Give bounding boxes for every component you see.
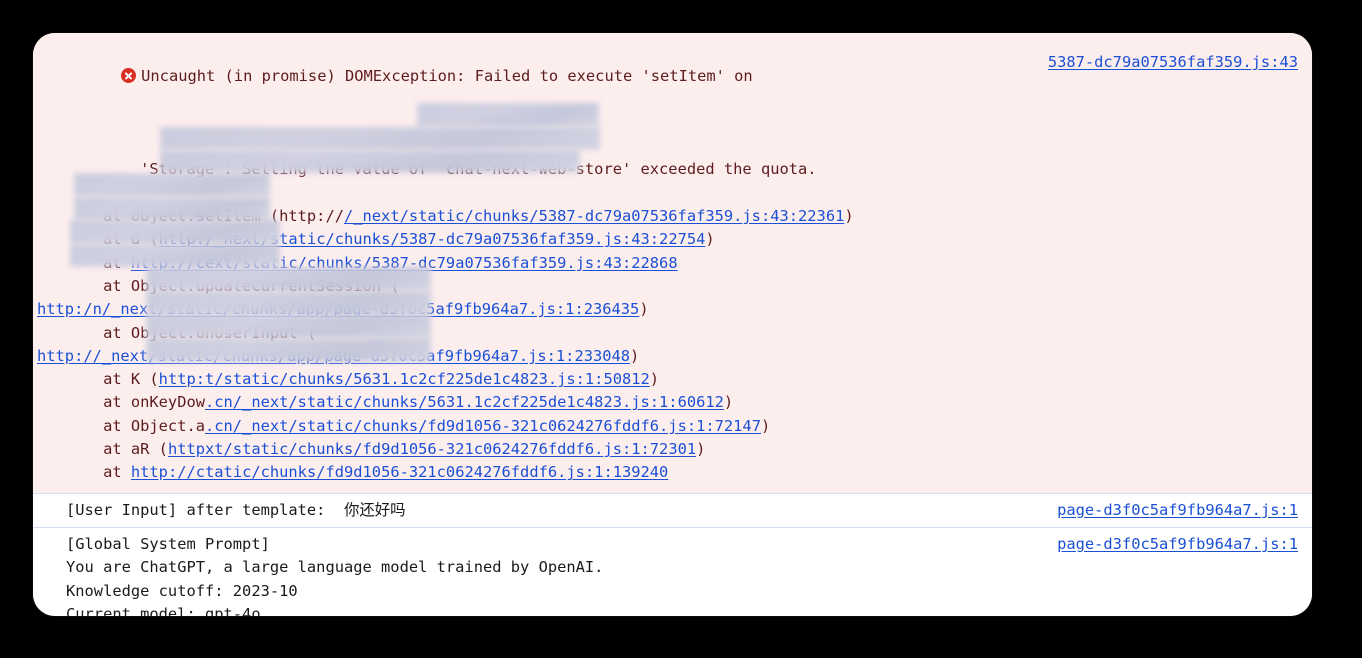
stack-frame-row: at d (http:/_next/static/chunks/5387-dc7… xyxy=(66,230,715,249)
system-prompt-line: Current model: gpt-4o xyxy=(66,604,261,616)
stack-frame-link-head[interactable]: http:/ xyxy=(37,347,93,365)
stack-frame-link[interactable]: n/_next/static/chunks/app/page-d3f0c5af9… xyxy=(93,300,640,318)
stack-frame-link-head[interactable]: http xyxy=(168,440,205,458)
error-circle-x-icon xyxy=(121,68,137,84)
log-source-link[interactable]: page-d3f0c5af9fb964a7.js:1 xyxy=(1057,499,1298,522)
stack-frame-row: at Object.updateCurrentSession ( xyxy=(66,276,400,295)
stack-frame-link-head[interactable]: http://c xyxy=(131,254,205,272)
stack-frame-link[interactable]: /_next/static/chunks/5387-dc79a07536faf3… xyxy=(344,207,844,225)
error-message-line-1: Uncaught (in promise) DOMException: Fail… xyxy=(141,67,753,86)
error-source-link[interactable]: 5387-dc79a07536faf359.js:43 xyxy=(1048,51,1298,74)
system-prompt-line: You are ChatGPT, a large language model … xyxy=(66,558,604,577)
stack-frame-row-wrapped: http:/n/_next/static/chunks/app/page-d3f… xyxy=(37,300,649,319)
console-log-entry-system-prompt[interactable]: [Global System Prompt] You are ChatGPT, … xyxy=(33,526,1312,616)
stack-frame-link[interactable]: ext/static/chunks/5387-dc79a07536faf359.… xyxy=(205,254,678,272)
stack-frame-row: at aR (httpxt/static/chunks/fd9d1056-321… xyxy=(66,440,706,459)
log-source-link[interactable]: page-d3f0c5af9fb964a7.js:1 xyxy=(1057,533,1298,556)
stack-frame-row-wrapped: http://_next/static/chunks/app/page-d3f0… xyxy=(37,346,640,365)
stack-frame-row: at Object.onUserInput ( xyxy=(66,323,317,342)
devtools-console-panel: Uncaught (in promise) DOMException: Fail… xyxy=(33,33,1312,616)
stack-frame-link-head[interactable]: http: xyxy=(159,370,205,388)
stack-frame-link-head[interactable]: http: xyxy=(159,230,205,248)
stack-frame-row: at http://ctatic/chunks/fd9d1056-321c062… xyxy=(66,463,669,482)
stack-frame-link[interactable]: /_next/static/chunks/app/page-d3f0c5af9f… xyxy=(93,347,630,365)
stack-frame-link-head[interactable]: http:/ xyxy=(37,300,93,318)
stack-frame-row: at K (http:t/static/chunks/5631.1c2cf225… xyxy=(66,370,660,389)
stack-frame-link[interactable]: .cn/_next/static/chunks/fd9d1056-321c062… xyxy=(205,417,761,435)
stack-frame-link[interactable]: t/static/chunks/5631.1c2cf225de1c4823.js… xyxy=(205,370,650,388)
error-headline-row: Uncaught (in promise) DOMException: Fail… xyxy=(33,42,1312,135)
stack-frame-link[interactable]: xt/static/chunks/fd9d1056-321c0624276fdd… xyxy=(205,440,696,458)
user-input-cjk-text: 你还好吗 xyxy=(343,500,406,519)
system-prompt-line: Knowledge cutoff: 2023-10 xyxy=(66,581,298,600)
console-log-entry-user-input[interactable]: [User Input] after template: 你还好吗 page-d… xyxy=(33,492,1312,527)
stack-frame-link-head[interactable]: http://c xyxy=(131,463,205,481)
stack-frame-link[interactable]: tatic/chunks/fd9d1056-321c0624276fddf6.j… xyxy=(205,463,668,481)
stack-frame-link[interactable]: .cn/_next/static/chunks/5631.1c2cf225de1… xyxy=(205,393,724,411)
error-message-line-2: 'Storage': Setting the value of 'chat-ne… xyxy=(140,160,817,179)
stack-frame-row: at onKeyDow.cn/_next/static/chunks/5631.… xyxy=(66,393,734,412)
console-error-entry[interactable]: Uncaught (in promise) DOMException: Fail… xyxy=(33,33,1312,493)
stack-frame-row: at http://cext/static/chunks/5387-dc79a0… xyxy=(66,253,678,272)
stack-frame-link[interactable]: /_next/static/chunks/5387-dc79a07536faf3… xyxy=(205,230,705,248)
stack-frame-row: at Object.setItem (http:///_next/static/… xyxy=(66,207,854,226)
screenshot-viewport: Uncaught (in promise) DOMException: Fail… xyxy=(0,0,1362,658)
stack-frame-row: at Object.a.cn/_next/static/chunks/fd9d1… xyxy=(66,416,771,435)
